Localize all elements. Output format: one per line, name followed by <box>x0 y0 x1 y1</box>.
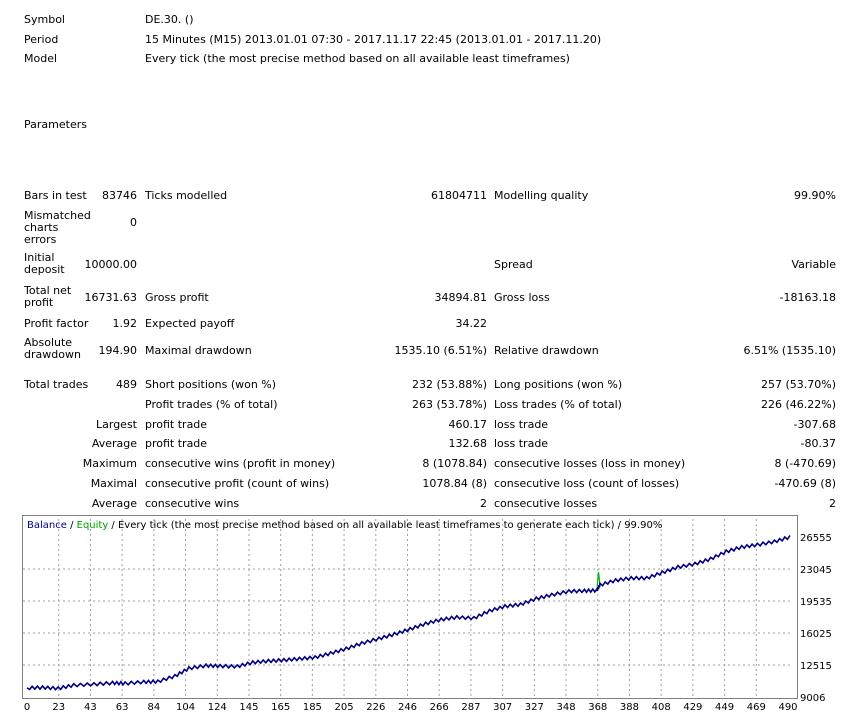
chart-legend: Balance / Equity / Every tick (the most … <box>27 520 662 532</box>
legend-slash: / <box>66 520 77 531</box>
x-tick-label: 246 <box>398 702 417 713</box>
x-tick-label: 43 <box>84 702 97 713</box>
x-tick-label: 63 <box>116 702 129 713</box>
x-tick-label: 469 <box>747 702 766 713</box>
x-tick-label: 226 <box>366 702 385 713</box>
x-tick-label: 449 <box>715 702 734 713</box>
y-tick-label: 12515 <box>800 661 832 672</box>
y-tick-label: 19535 <box>800 597 832 608</box>
x-tick-label: 84 <box>147 702 160 713</box>
x-tick-label: 388 <box>620 702 639 713</box>
x-tick-label: 205 <box>335 702 354 713</box>
x-tick-label: 165 <box>271 702 290 713</box>
x-tick-label: 307 <box>493 702 512 713</box>
y-tick-label: 16025 <box>800 629 832 640</box>
x-tick-label: 408 <box>652 702 671 713</box>
legend-rest: / Every tick (the most precise method ba… <box>108 520 663 531</box>
x-tick-label: 348 <box>556 702 575 713</box>
y-tick-label: 9006 <box>800 693 825 704</box>
balance-line <box>26 535 791 691</box>
x-tick-label: 145 <box>239 702 258 713</box>
x-tick-label: 429 <box>683 702 702 713</box>
x-tick-label: 327 <box>525 702 544 713</box>
x-tick-label: 490 <box>778 702 797 713</box>
x-tick-label: 368 <box>588 702 607 713</box>
chart-plot: 26555 23045 19535 16025 12515 9006 0 23 43 63 84 10… <box>23 519 832 713</box>
y-tick-label: 26555 <box>800 533 832 544</box>
legend-balance: Balance <box>27 520 67 531</box>
x-tick-label: 185 <box>303 702 322 713</box>
legend-equity: Equity <box>76 520 109 531</box>
x-tick-label: 266 <box>430 702 449 713</box>
x-tick-label: 104 <box>176 702 195 713</box>
x-tick-label: 287 <box>461 702 480 713</box>
x-tick-label: 23 <box>52 702 65 713</box>
y-tick-label: 23045 <box>800 565 832 576</box>
x-tick-label: 0 <box>24 702 30 713</box>
x-tick-label: 124 <box>208 702 227 713</box>
